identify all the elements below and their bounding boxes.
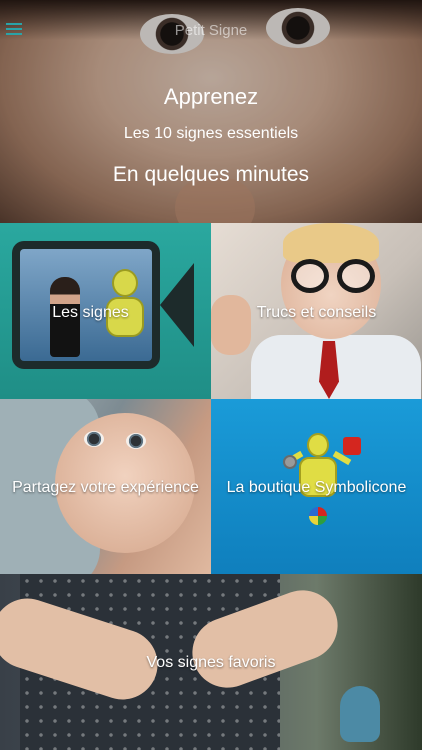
toy-block-icon	[343, 437, 361, 455]
tile-label-boutique: La boutique Symbolicone	[226, 479, 407, 496]
tile-label-les-signes: Les signes	[52, 304, 129, 321]
rattle-icon	[283, 455, 297, 469]
tile-les-signes[interactable]: Les signes	[0, 223, 211, 399]
tile-label-trucs-et-conseils: Trucs et conseils	[256, 304, 377, 321]
hero-banner: Petit Signe Apprenez Les 10 signes essen…	[0, 0, 422, 223]
tile-vos-signes-favoris[interactable]: Vos signes favoris	[0, 574, 422, 750]
kid-hair	[283, 223, 379, 263]
top-bar: Petit Signe	[0, 18, 422, 44]
tile-label-favoris: Vos signes favoris	[146, 654, 276, 671]
toy-figure	[340, 686, 380, 742]
hero-tagline: En quelques minutes	[112, 163, 310, 186]
tile-trucs-et-conseils[interactable]: Trucs et conseils	[211, 223, 422, 399]
baby-eye-right	[126, 433, 146, 449]
ball-icon	[309, 507, 327, 525]
baby-eye-left	[84, 431, 104, 447]
hero-subheading: Les 10 signes essentiels	[123, 125, 299, 142]
tile-partagez-votre-experience[interactable]: Partagez votre expérience	[0, 399, 211, 574]
app-title: Petit Signe	[174, 22, 248, 39]
glasses-icon	[291, 259, 375, 293]
hero-heading: Apprenez	[163, 84, 259, 109]
tile-label-partagez: Partagez votre expérience	[12, 479, 199, 496]
tile-boutique-symbolicone[interactable]: La boutique Symbolicone	[211, 399, 422, 574]
